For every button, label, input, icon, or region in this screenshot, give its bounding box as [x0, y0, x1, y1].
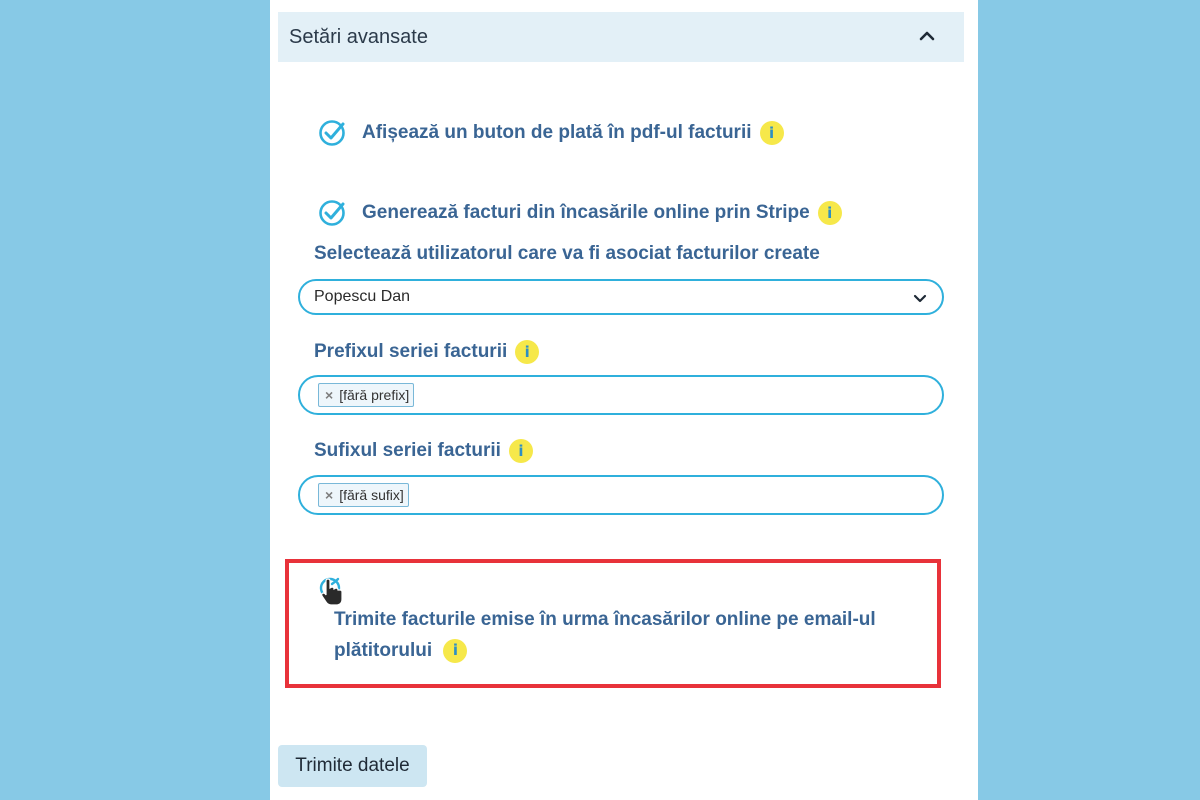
- info-icon[interactable]: i: [508, 439, 533, 463]
- chevron-down-icon: [913, 294, 927, 303]
- submit-button[interactable]: Trimite datele: [278, 745, 427, 787]
- info-icon[interactable]: i: [515, 340, 540, 364]
- prefix-tag: × [fără prefix]: [318, 383, 415, 407]
- remove-tag-icon[interactable]: ×: [325, 487, 333, 503]
- option-send-email-line1: Trimite facturile emise în urma încasări…: [334, 609, 876, 630]
- section-title: Setări avansate: [289, 25, 428, 48]
- remove-tag-icon[interactable]: ×: [325, 387, 333, 403]
- suffix-input[interactable]: × [fără sufix]: [298, 475, 944, 515]
- user-select[interactable]: Popescu Dan: [298, 279, 944, 315]
- settings-panel: Setări avansate Afișează un buton de pla…: [270, 0, 978, 800]
- info-icon[interactable]: i: [443, 638, 468, 663]
- prefix-tag-text: [fără prefix]: [339, 387, 410, 403]
- option-send-email-label: Trimite facturile emise în urma încasări…: [334, 604, 894, 666]
- user-select-label-text: Selectează utilizatorul care va fi asoci…: [314, 243, 820, 264]
- info-icon[interactable]: i: [759, 121, 784, 145]
- user-select-value: Popescu Dan: [314, 288, 411, 305]
- suffix-label-text: Sufixul seriei facturii: [314, 440, 501, 461]
- info-icon[interactable]: i: [817, 201, 842, 225]
- chevron-up-icon[interactable]: [916, 25, 938, 47]
- prefix-label-text: Prefixul seriei facturii: [314, 341, 508, 362]
- advanced-settings-header[interactable]: Setări avansate: [278, 12, 964, 62]
- prefix-input[interactable]: × [fără prefix]: [298, 375, 944, 415]
- checked-circle-icon[interactable]: [318, 198, 348, 228]
- prefix-label: Prefixul seriei facturii i: [314, 340, 540, 364]
- option-stripe-invoices-label: Generează facturi din încasările online …: [362, 202, 810, 223]
- option-send-email-line2: plătitorului: [334, 640, 433, 661]
- option-stripe-invoices: Generează facturi din încasările online …: [318, 198, 842, 228]
- suffix-label: Sufixul seriei facturii i: [314, 439, 533, 463]
- checked-circle-icon[interactable]: [318, 118, 348, 148]
- suffix-tag: × [fără sufix]: [318, 483, 409, 507]
- option-pay-button: Afișează un buton de plată în pdf-ul fac…: [318, 118, 784, 148]
- user-select-label: Selectează utilizatorul care va fi asoci…: [314, 243, 820, 265]
- option-pay-button-label: Afișează un buton de plată în pdf-ul fac…: [362, 122, 752, 143]
- suffix-tag-text: [fără sufix]: [339, 487, 404, 503]
